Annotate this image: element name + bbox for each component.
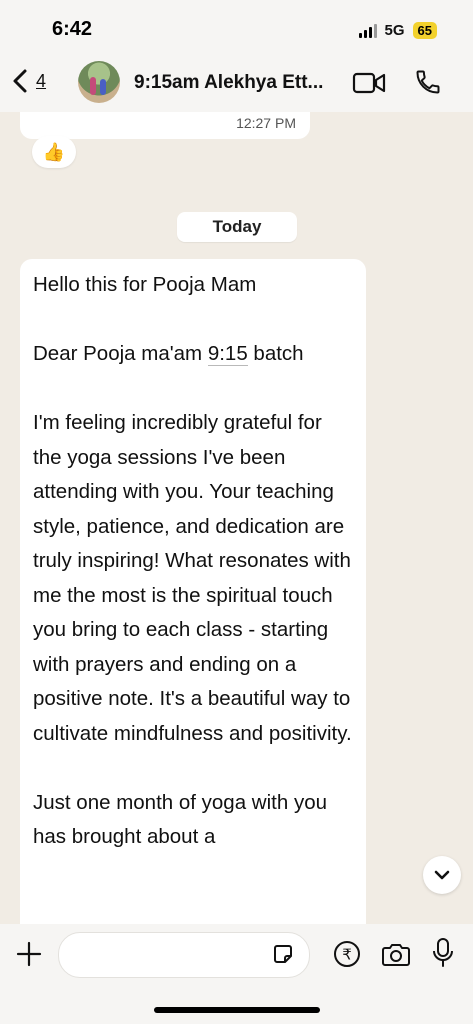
time-link[interactable]: 9:15 bbox=[207, 342, 248, 366]
network-type: 5G bbox=[384, 22, 405, 39]
back-button[interactable]: 4 bbox=[10, 66, 46, 96]
signal-icon bbox=[358, 23, 377, 38]
message-bubble[interactable]: Hello this for Pooja Mam Dear Pooja ma'a… bbox=[20, 259, 366, 924]
avatar[interactable] bbox=[78, 61, 120, 103]
chat-area[interactable]: 12:27 PM 👍 Today Hello this for Pooja Ma… bbox=[0, 112, 473, 924]
scroll-to-bottom-button[interactable] bbox=[423, 856, 461, 894]
composer-bar: ₹ bbox=[0, 924, 473, 1024]
status-time: 6:42 bbox=[52, 18, 93, 40]
previous-message-bubble[interactable]: 12:27 PM bbox=[20, 112, 310, 139]
sticker-icon[interactable] bbox=[271, 942, 295, 966]
phone-icon[interactable] bbox=[414, 68, 442, 96]
thumbs-up-icon: 👍 bbox=[42, 141, 66, 162]
plus-icon[interactable] bbox=[15, 940, 43, 968]
home-indicator bbox=[154, 1007, 320, 1013]
message-greeting-suffix: batch bbox=[247, 342, 304, 365]
message-greeting-prefix: Dear Pooja ma'am bbox=[33, 342, 208, 365]
chevron-left-icon bbox=[13, 69, 27, 93]
message-line: Hello this for Pooja Mam bbox=[33, 273, 257, 296]
message-text: Hello this for Pooja Mam Dear Pooja ma'a… bbox=[20, 259, 366, 855]
message-time: 12:27 PM bbox=[236, 115, 296, 131]
reaction-badge[interactable]: 👍 bbox=[32, 136, 76, 168]
status-indicators: 5G 65 bbox=[358, 22, 437, 39]
rupee-payment-icon[interactable]: ₹ bbox=[333, 940, 361, 968]
chat-title[interactable]: 9:15am Alekhya Ett... bbox=[134, 72, 323, 94]
status-bar: 6:42 5G 65 bbox=[0, 0, 473, 56]
message-paragraph: I'm feeling incredibly grateful for the … bbox=[33, 411, 357, 745]
chat-header: 4 9:15am Alekhya Ett... bbox=[0, 56, 473, 112]
chevron-down-icon bbox=[434, 870, 450, 880]
microphone-icon[interactable] bbox=[432, 937, 454, 969]
video-call-icon[interactable] bbox=[352, 71, 386, 95]
unread-count: 4 bbox=[36, 70, 47, 91]
message-input[interactable] bbox=[73, 933, 277, 975]
message-paragraph: Just one month of yoga with you has brou… bbox=[33, 790, 333, 849]
camera-icon[interactable] bbox=[380, 942, 412, 968]
date-separator: Today bbox=[177, 212, 297, 242]
svg-text:₹: ₹ bbox=[342, 946, 352, 964]
battery-icon: 65 bbox=[412, 22, 437, 39]
